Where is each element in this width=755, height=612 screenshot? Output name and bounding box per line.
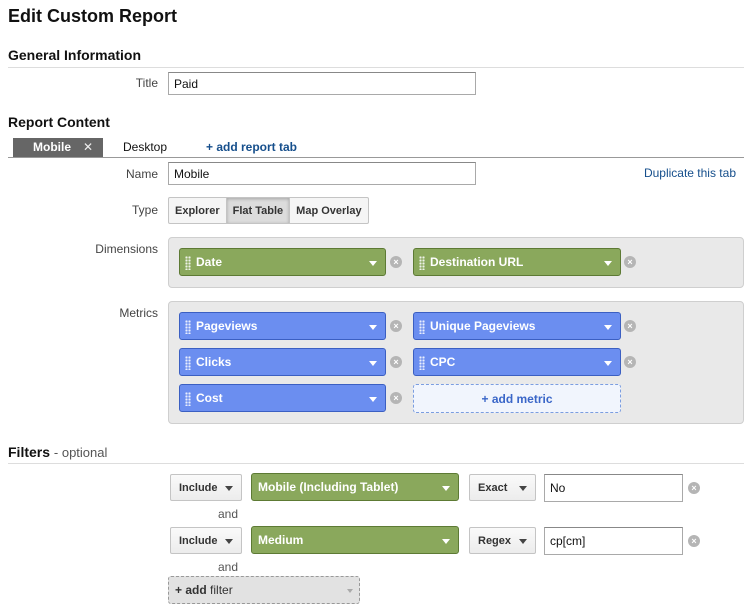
x-circle-icon[interactable]: × bbox=[624, 356, 636, 368]
filter-match-dropdown[interactable]: Regex bbox=[469, 527, 536, 554]
filter-dimension-chip[interactable]: Medium bbox=[251, 526, 459, 554]
filter-value-input[interactable] bbox=[544, 527, 683, 555]
chevron-down-icon bbox=[225, 539, 233, 544]
x-circle-icon[interactable]: × bbox=[688, 482, 700, 494]
filter-match-dropdown[interactable]: Exact bbox=[469, 474, 536, 501]
x-circle-icon[interactable]: × bbox=[390, 320, 402, 332]
chevron-down-icon[interactable] bbox=[604, 261, 612, 266]
dimension-label: Destination URL bbox=[430, 255, 524, 269]
filter-value-input[interactable] bbox=[544, 474, 683, 502]
add-filter-prefix: + add bbox=[175, 583, 207, 597]
metric-chip-cpc[interactable]: CPC bbox=[413, 348, 621, 376]
metric-label: CPC bbox=[430, 355, 456, 369]
dimension-chip-destination-url[interactable]: Destination URL bbox=[413, 248, 621, 276]
type-map-overlay-button[interactable]: Map Overlay bbox=[290, 198, 367, 223]
tab-divider bbox=[8, 157, 744, 158]
filter-match-label: Regex bbox=[478, 535, 512, 547]
filter-dimension-label: Medium bbox=[258, 533, 304, 547]
metric-chip-unique-pageviews[interactable]: Unique Pageviews bbox=[413, 312, 621, 340]
drag-handle-icon[interactable] bbox=[185, 392, 191, 406]
filter-dimension-chip[interactable]: Mobile (Including Tablet) bbox=[251, 473, 459, 501]
metric-chip-pageviews[interactable]: Pageviews bbox=[179, 312, 386, 340]
metric-label: Pageviews bbox=[196, 319, 258, 333]
drag-handle-icon[interactable] bbox=[419, 256, 425, 270]
and-label: and bbox=[218, 560, 239, 574]
chevron-down-icon[interactable] bbox=[369, 325, 377, 330]
metrics-label: Metrics bbox=[119, 306, 158, 320]
filter-mode-dropdown[interactable]: Include bbox=[170, 527, 242, 554]
chevron-down-icon[interactable] bbox=[369, 397, 377, 402]
type-explorer-button[interactable]: Explorer bbox=[169, 198, 227, 223]
type-flat-table-button[interactable]: Flat Table bbox=[226, 198, 291, 223]
drag-handle-icon[interactable] bbox=[185, 256, 191, 270]
and-label: and bbox=[218, 507, 239, 521]
chevron-down-icon bbox=[347, 589, 353, 593]
drag-handle-icon[interactable] bbox=[185, 356, 191, 370]
dimension-chip-date[interactable]: Date bbox=[179, 248, 386, 276]
x-circle-icon[interactable]: × bbox=[624, 320, 636, 332]
metric-label: Clicks bbox=[196, 355, 232, 369]
name-label: Name bbox=[125, 167, 158, 181]
add-filter-word: filter bbox=[210, 583, 233, 597]
drag-handle-icon[interactable] bbox=[185, 320, 191, 334]
report-type-selector: Explorer Flat Table Map Overlay bbox=[168, 197, 369, 224]
dimensions-label: Dimensions bbox=[95, 242, 158, 256]
title-label: Title bbox=[135, 76, 158, 90]
add-filter-button[interactable]: + add filter bbox=[168, 576, 360, 604]
report-content-heading: Report Content bbox=[8, 114, 110, 130]
chevron-down-icon[interactable] bbox=[442, 539, 450, 544]
metric-label: Unique Pageviews bbox=[430, 319, 536, 333]
dimension-label: Date bbox=[196, 255, 223, 269]
filters-title: Filters bbox=[8, 444, 51, 460]
chevron-down-icon[interactable] bbox=[442, 486, 450, 491]
filter-mode-label: Include bbox=[179, 535, 218, 547]
metric-chip-clicks[interactable]: Clicks bbox=[179, 348, 386, 376]
chevron-down-icon bbox=[225, 486, 233, 491]
chevron-down-icon[interactable] bbox=[369, 361, 377, 366]
filter-dimension-label: Mobile (Including Tablet) bbox=[258, 480, 399, 494]
divider bbox=[8, 67, 744, 68]
tab-label: Mobile bbox=[33, 140, 71, 154]
chevron-down-icon bbox=[519, 486, 527, 491]
filter-mode-dropdown[interactable]: Include bbox=[170, 474, 242, 501]
filters-heading: Filters - optional bbox=[8, 444, 107, 460]
add-report-tab-link[interactable]: + add report tab bbox=[206, 140, 297, 154]
general-information-heading: General Information bbox=[8, 47, 142, 63]
type-label: Type bbox=[131, 203, 158, 217]
x-circle-icon[interactable]: × bbox=[390, 256, 402, 268]
title-input[interactable] bbox=[168, 72, 476, 95]
filter-mode-label: Include bbox=[179, 482, 218, 494]
chevron-down-icon[interactable] bbox=[604, 361, 612, 366]
drag-handle-icon[interactable] bbox=[419, 320, 425, 334]
x-circle-icon[interactable]: × bbox=[688, 535, 700, 547]
x-circle-icon[interactable]: × bbox=[624, 256, 636, 268]
x-circle-icon[interactable]: × bbox=[390, 356, 402, 368]
chevron-down-icon[interactable] bbox=[369, 261, 377, 266]
page-title: Edit Custom Report bbox=[8, 6, 177, 26]
filter-match-label: Exact bbox=[478, 482, 508, 494]
close-icon[interactable]: ✕ bbox=[83, 140, 93, 154]
divider bbox=[8, 463, 744, 464]
tab-mobile[interactable]: Mobile ✕ bbox=[13, 138, 103, 157]
filters-optional: - optional bbox=[53, 445, 108, 460]
x-circle-icon[interactable]: × bbox=[390, 392, 402, 404]
chevron-down-icon[interactable] bbox=[604, 325, 612, 330]
tab-desktop[interactable]: Desktop bbox=[123, 140, 167, 154]
duplicate-tab-link[interactable]: Duplicate this tab bbox=[644, 166, 736, 180]
add-metric-button[interactable]: + add metric bbox=[413, 384, 621, 413]
drag-handle-icon[interactable] bbox=[419, 356, 425, 370]
name-input[interactable] bbox=[168, 162, 476, 185]
metric-label: Cost bbox=[196, 391, 223, 405]
metric-chip-cost[interactable]: Cost bbox=[179, 384, 386, 412]
chevron-down-icon bbox=[519, 539, 527, 544]
